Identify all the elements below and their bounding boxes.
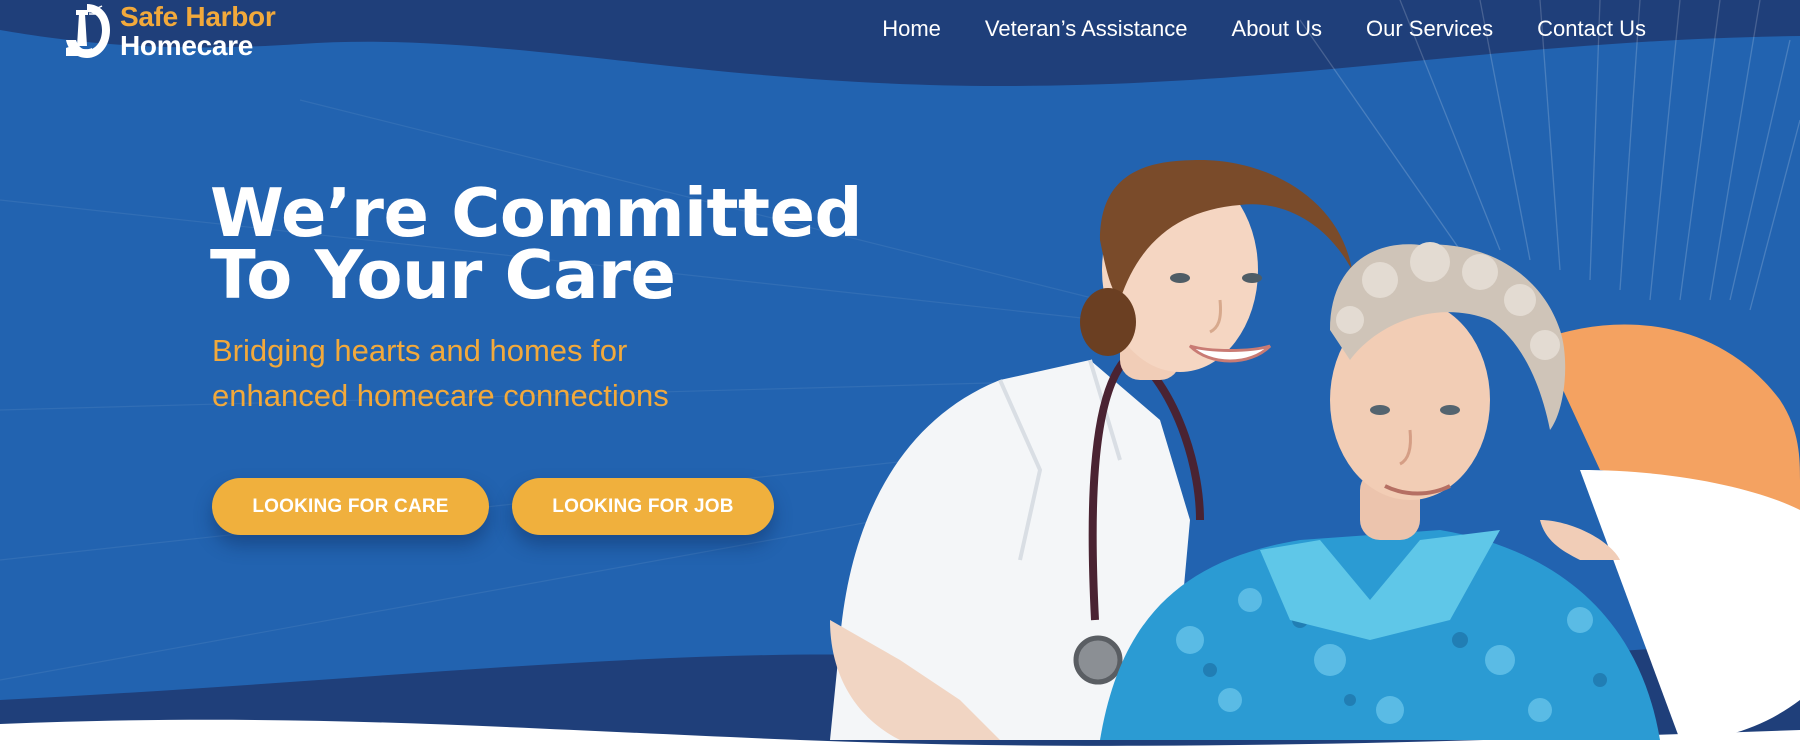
nav-item-contact-us[interactable]: Contact Us <box>1537 16 1646 42</box>
looking-for-care-button[interactable]: LOOKING FOR CARE <box>212 478 489 535</box>
hero-subheading-line1: Bridging hearts and homes for <box>212 333 628 368</box>
hero-section: Safe Harbor Homecare Home Veteran’s Assi… <box>0 0 1800 756</box>
nav-item-our-services[interactable]: Our Services <box>1366 16 1493 42</box>
nav-item-veterans-assistance[interactable]: Veteran’s Assistance <box>985 16 1188 42</box>
brand-name-line2: Homecare <box>120 29 254 61</box>
brand-name-line1: Safe Harbor <box>120 0 276 32</box>
hero-headline-line2: To Your Care <box>210 236 676 314</box>
looking-for-job-button[interactable]: LOOKING FOR JOB <box>512 478 774 535</box>
hero-subheading-line2: enhanced homecare connections <box>212 378 669 413</box>
hero-subheading: Bridging hearts and homes for enhanced h… <box>212 328 669 418</box>
nav-item-about-us[interactable]: About Us <box>1232 16 1323 42</box>
lighthouse-icon <box>66 4 110 58</box>
brand-logo[interactable]: Safe Harbor Homecare <box>62 0 276 62</box>
hero-headline: We’re Committed To Your Care <box>210 174 862 314</box>
nav-item-home[interactable]: Home <box>882 16 941 42</box>
main-nav: Home Veteran’s Assistance About Us Our S… <box>882 16 1646 42</box>
hero-headline-line1: We’re Committed <box>210 174 862 252</box>
